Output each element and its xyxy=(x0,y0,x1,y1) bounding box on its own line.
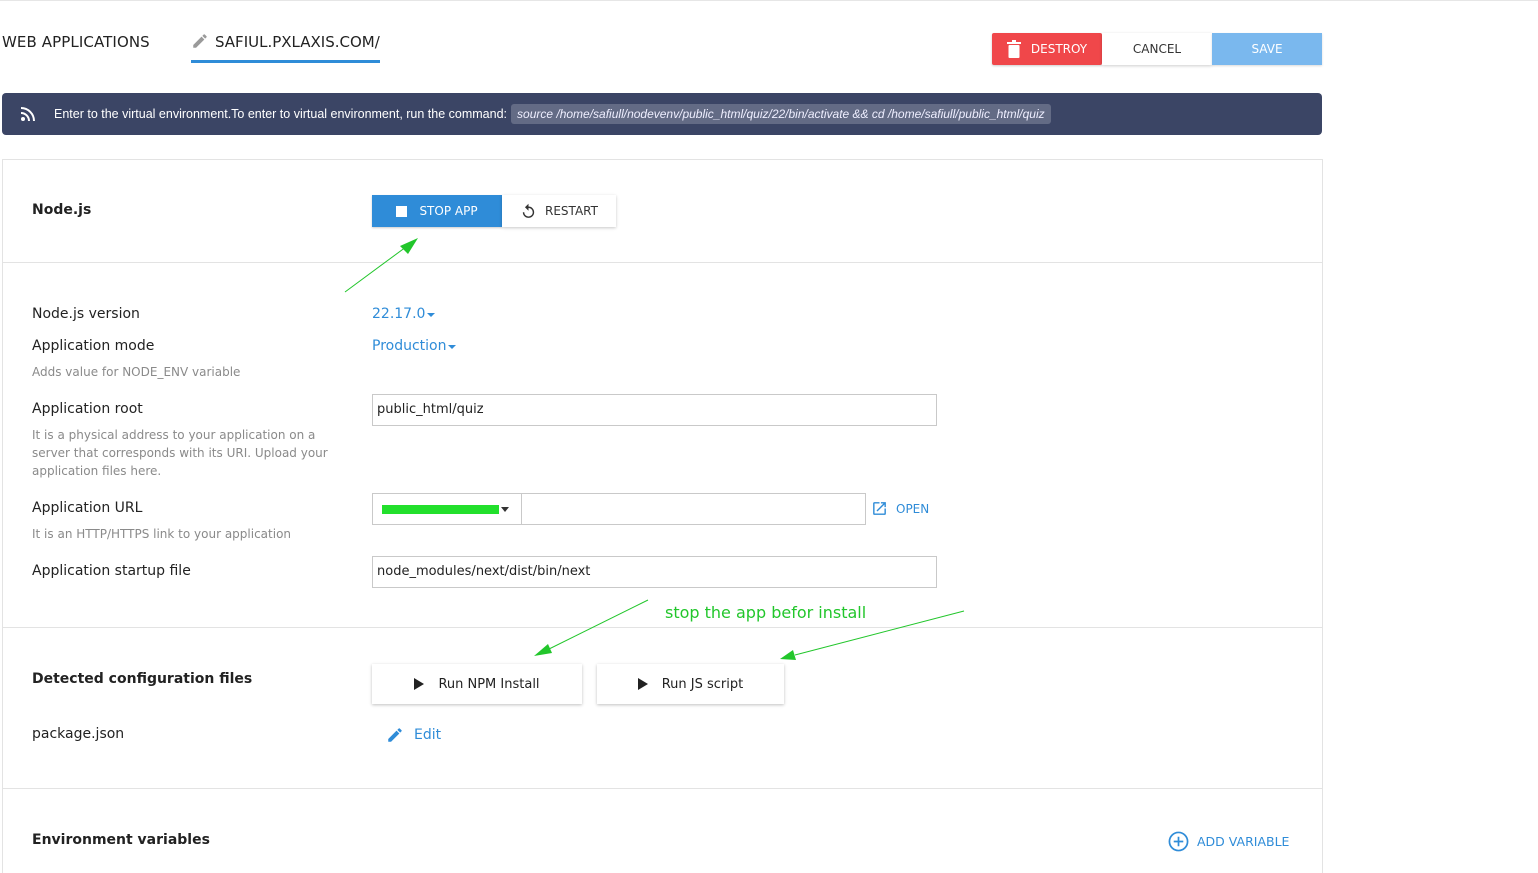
package-json-label: package.json xyxy=(32,726,125,742)
restart-label: RESTART xyxy=(545,204,598,218)
divider xyxy=(2,262,1323,263)
destroy-button[interactable]: DESTROY xyxy=(992,33,1102,65)
stop-app-label: STOP APP xyxy=(419,204,478,218)
stop-icon xyxy=(396,205,408,217)
application-mode-hint: Adds value for NODE_ENV variable xyxy=(32,365,241,379)
application-url-input[interactable] xyxy=(521,493,866,525)
annotation-text: stop the app befor install xyxy=(665,603,867,622)
stop-app-button[interactable]: STOP APP xyxy=(372,195,502,227)
domain-select[interactable] xyxy=(372,493,522,525)
cancel-button[interactable]: CANCEL xyxy=(1102,33,1212,65)
run-js-script-button[interactable]: Run JS script xyxy=(597,664,784,704)
banner-text: Enter to the virtual environment.To ente… xyxy=(54,107,508,121)
run-npm-install-label: Run NPM Install xyxy=(438,676,540,692)
save-button[interactable]: SAVE xyxy=(1212,33,1322,65)
run-npm-install-button[interactable]: Run NPM Install xyxy=(372,664,582,704)
play-icon xyxy=(414,678,425,690)
chevron-down-icon xyxy=(448,345,457,349)
edit-package-json-link[interactable]: Edit xyxy=(386,726,441,744)
plus-circle-icon xyxy=(1168,831,1189,852)
domain-title: SAFIUL.PXLAXIS.COM/ xyxy=(215,33,380,51)
destroy-label: DESTROY xyxy=(1030,42,1088,56)
config-files-title: Detected configuration files xyxy=(32,671,253,687)
pencil-icon xyxy=(388,728,402,742)
breadcrumb-web-applications[interactable]: WEB APPLICATIONS xyxy=(2,33,150,51)
env-variables-title: Environment variables xyxy=(32,832,210,848)
open-url-link[interactable]: OPEN xyxy=(871,500,929,517)
external-link-icon xyxy=(873,502,886,515)
rss-icon xyxy=(20,107,35,122)
chevron-down-icon xyxy=(501,507,509,512)
restart-button[interactable]: RESTART xyxy=(502,195,616,227)
startup-file-input[interactable]: node_modules/next/dist/bin/next xyxy=(372,556,937,588)
domain-tab[interactable]: SAFIUL.PXLAXIS.COM/ xyxy=(191,30,380,63)
nodejs-version-select[interactable]: 22.17.0 xyxy=(372,306,436,322)
pencil-icon xyxy=(193,34,207,48)
banner-command[interactable]: source /home/safiull/nodevenv/public_htm… xyxy=(511,104,1051,124)
open-label: OPEN xyxy=(896,501,930,516)
application-mode-value: Production xyxy=(372,338,447,354)
nodejs-version-value: 22.17.0 xyxy=(372,306,426,322)
run-js-script-label: Run JS script xyxy=(661,676,744,692)
play-icon xyxy=(637,678,648,690)
trash-icon xyxy=(1006,40,1021,58)
application-root-label: Application root xyxy=(32,401,143,417)
application-url-hint: It is an HTTP/HTTPS link to your applica… xyxy=(32,527,292,541)
application-url-label: Application URL xyxy=(32,500,143,516)
application-root-hint: It is a physical address to your applica… xyxy=(32,428,328,478)
divider xyxy=(2,788,1323,789)
nodejs-version-label: Node.js version xyxy=(32,306,140,322)
add-variable-button[interactable]: ADD VARIABLE xyxy=(1168,831,1289,852)
top-border xyxy=(0,0,1538,3)
chevron-down-icon xyxy=(427,313,436,317)
restart-icon xyxy=(522,203,535,218)
application-mode-label: Application mode xyxy=(32,338,155,354)
virtualenv-banner: Enter to the virtual environment.To ente… xyxy=(2,93,1322,135)
application-mode-select[interactable]: Production xyxy=(372,338,457,354)
application-root-input[interactable]: public_html/quiz xyxy=(372,394,937,426)
startup-file-label: Application startup file xyxy=(32,563,191,579)
nodejs-section-title: Node.js xyxy=(32,202,92,218)
redaction-mark xyxy=(382,505,499,514)
divider xyxy=(2,627,1323,628)
add-variable-label: ADD VARIABLE xyxy=(1197,834,1290,849)
edit-label: Edit xyxy=(414,727,442,743)
